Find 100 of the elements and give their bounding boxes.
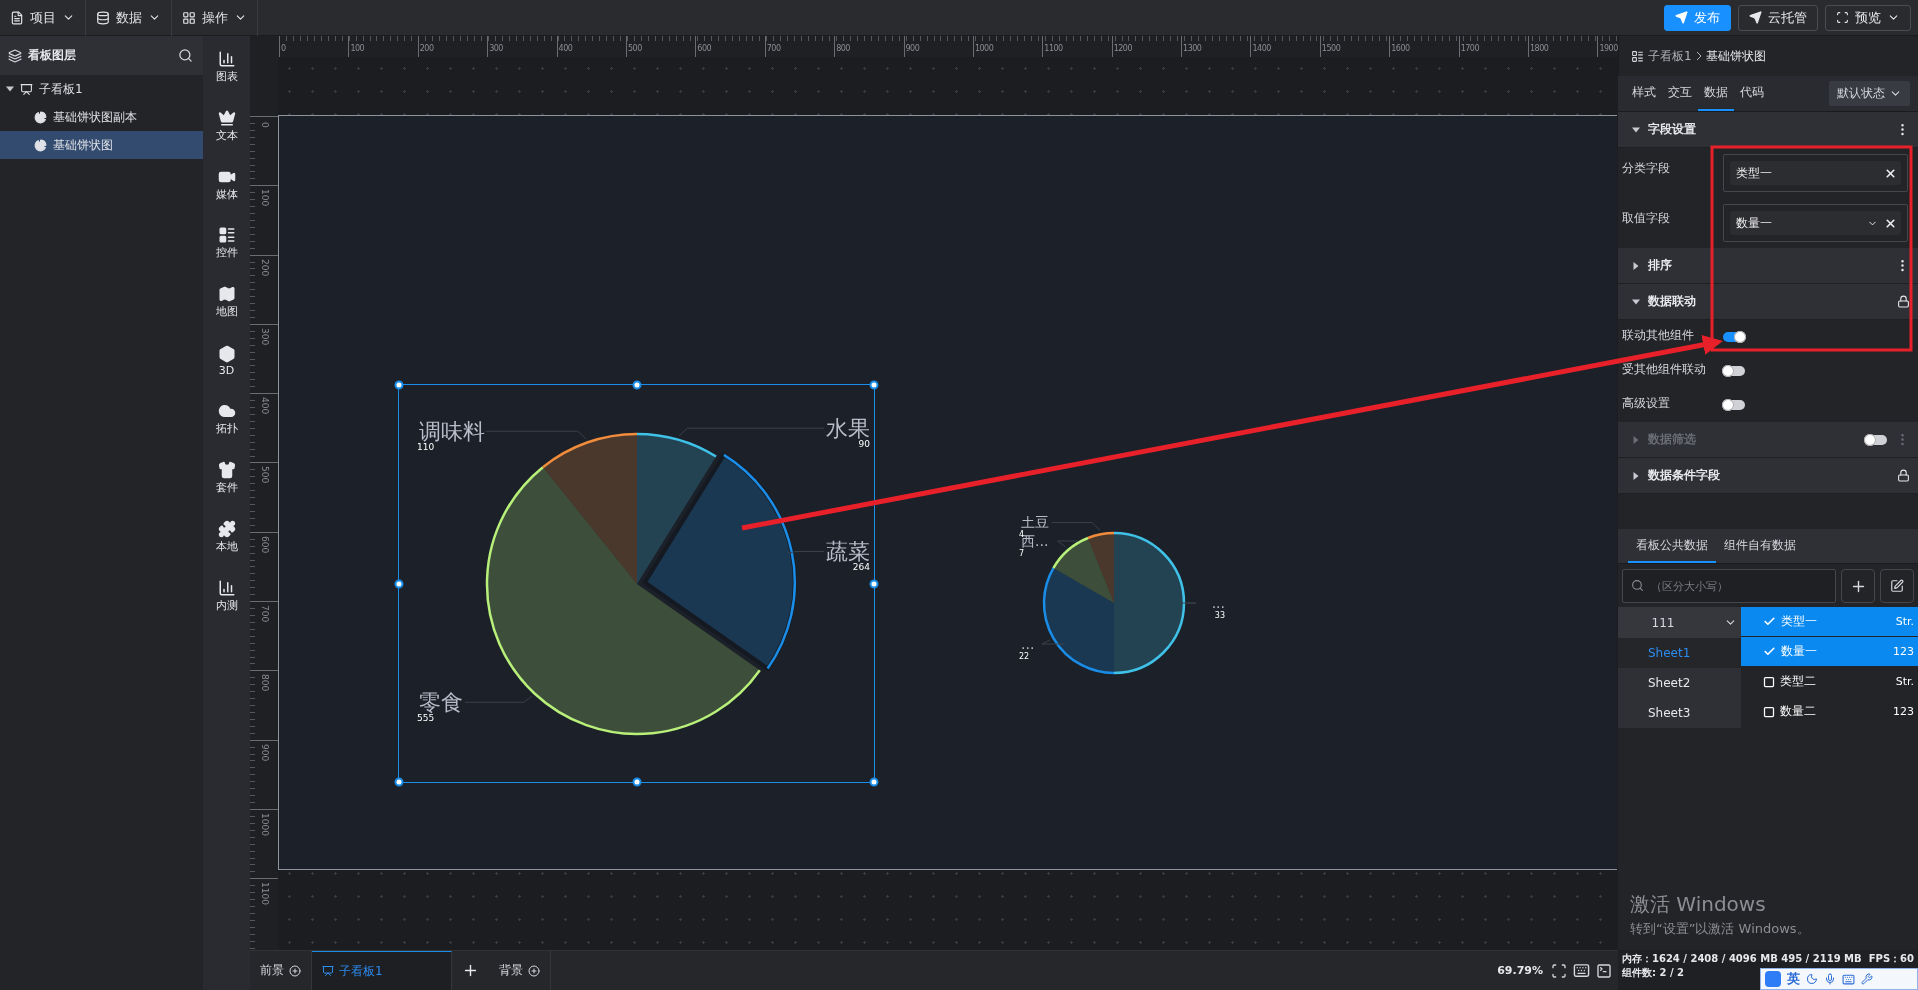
lock-icon[interactable] [1897,295,1910,308]
component-button[interactable]: 套件 [203,448,250,508]
resize-handle[interactable] [632,380,641,390]
resize-handle[interactable] [394,380,404,390]
slice-value: 33 [1214,610,1225,620]
resize-handle[interactable] [869,579,879,588]
workbook-dropdown[interactable]: 111 [1618,607,1741,638]
ruler-label: 500 [627,44,642,53]
ruler-label: 1500 [1321,44,1341,53]
cube-icon [217,344,236,363]
bar-chart-icon [217,578,236,597]
component-button[interactable]: 文本 [203,96,250,156]
toolbar-button[interactable]: 云托管 [1738,4,1818,31]
component-button[interactable]: 图表 [203,38,250,97]
ruler-label: 400 [558,44,573,53]
ruler-label: 1300 [1183,44,1202,53]
slice-label: 零食 [419,690,463,715]
ruler-label: 200 [260,258,270,276]
toggle-switch[interactable] [1723,400,1745,410]
sheet-item[interactable]: Sheet2 [1618,668,1741,698]
tab[interactable]: 样式 [1626,76,1662,111]
field-select[interactable]: 数量一 [1723,204,1908,242]
ruler-label: 800 [260,674,270,692]
field-label: 取值字段 [1622,210,1671,227]
ime-toolbar[interactable]: 英 [1760,968,1918,990]
slice-label: 调味料 [419,418,485,444]
component-button[interactable]: 内测 [203,566,250,625]
toolbar-button[interactable]: 预览 [1825,4,1911,31]
resize-handle[interactable] [869,380,879,390]
activation-title: 激活 Windows [1630,891,1767,918]
component-button[interactable]: 本地 [203,507,250,567]
keyboard-button[interactable] [1573,962,1590,979]
edit-button[interactable] [1880,569,1914,603]
add-circle-icon [528,964,540,977]
component-button[interactable]: 媒体 [203,155,250,215]
field-select[interactable]: 类型一 [1723,154,1908,192]
ime-language[interactable]: 英 [1787,970,1800,988]
column-item[interactable]: 数量一 123 [1741,637,1918,666]
section-header[interactable]: 数据条件字段 [1618,458,1918,494]
layer-item[interactable]: 基础饼状图副本 [0,103,203,131]
resize-handle[interactable] [394,777,404,787]
component-button[interactable]: 3D [203,331,250,391]
slice-value: 22 [1019,651,1030,661]
add-button[interactable] [1841,569,1875,603]
fit-screen-button[interactable] [1551,962,1567,979]
toggle-switch[interactable] [1723,332,1745,342]
microphone-icon[interactable] [1824,973,1836,985]
column-item[interactable]: 数量二 123 [1741,697,1918,726]
wrench-icon[interactable] [1861,973,1873,985]
ruler-label: 800 [836,44,850,53]
resize-handle[interactable] [869,777,879,787]
section-header[interactable]: 数据联动 [1618,284,1918,320]
menu-button[interactable]: 项目 [0,0,86,36]
tab[interactable]: 代码 [1734,76,1770,111]
search-field[interactable]: （区分大小写） [1622,569,1836,603]
section-title: 数据联动 [1648,293,1697,310]
panel-icon [1631,49,1644,63]
state-dropdown[interactable]: 默认状态 [1829,81,1910,106]
sheet-item[interactable]: Sheet3 [1618,698,1741,728]
ruler-label: 1100 [1044,44,1063,53]
leader-line [787,551,825,554]
ruler-label: 600 [697,44,712,53]
toggle-switch[interactable] [1723,366,1745,376]
lock-icon[interactable] [1897,469,1910,482]
component-button[interactable]: 拓扑 [203,390,250,449]
tab[interactable]: 交互 [1662,76,1698,111]
pie-chart-icon [34,138,47,152]
activation-text: 转到“设置”以激活 Windows。 [1630,920,1811,938]
ruler-label: 200 [419,44,434,53]
column-item[interactable]: 类型一 Str. [1741,607,1918,636]
menu-button[interactable]: 操作 [172,0,258,36]
ruler-label: 700 [766,44,781,53]
resize-handle[interactable] [632,777,641,787]
field-label: 分类字段 [1622,160,1671,177]
layer-item[interactable]: 子看板1 [0,75,203,103]
component-button[interactable]: 地图 [203,272,250,332]
board-tab[interactable]: 背景 [489,951,551,990]
slice-label: ... [1211,594,1225,611]
tab[interactable]: 看板公共数据 [1628,529,1716,563]
component-button[interactable]: 控件 [203,214,250,273]
slice-value: 90 [858,438,870,449]
section-header[interactable]: 字段设置 [1618,112,1918,148]
layer-item[interactable]: 基础饼状图 [0,131,203,159]
breadcrumb-item[interactable]: 子看板1 [1648,47,1692,65]
board-tab[interactable]: 子看板1 [312,951,452,990]
terminal-button[interactable] [1596,962,1612,979]
close-icon[interactable] [1884,216,1897,230]
keyboard-icon[interactable] [1842,972,1855,986]
moon-icon[interactable] [1806,973,1818,985]
ruler-label: 900 [905,44,920,53]
tab[interactable]: 组件自有数据 [1716,529,1804,563]
ruler-label: 900 [260,743,270,761]
resize-handle[interactable] [394,579,404,588]
section-header[interactable]: 排序 [1618,248,1918,284]
search-icon[interactable] [178,48,193,63]
close-icon[interactable] [1884,166,1897,180]
menu-button[interactable]: 数据 [86,0,172,36]
column-type: Str. [1895,675,1914,688]
column-item[interactable]: 类型二 Str. [1741,667,1918,696]
breadcrumb-item[interactable]: 基础饼状图 [1705,47,1766,65]
